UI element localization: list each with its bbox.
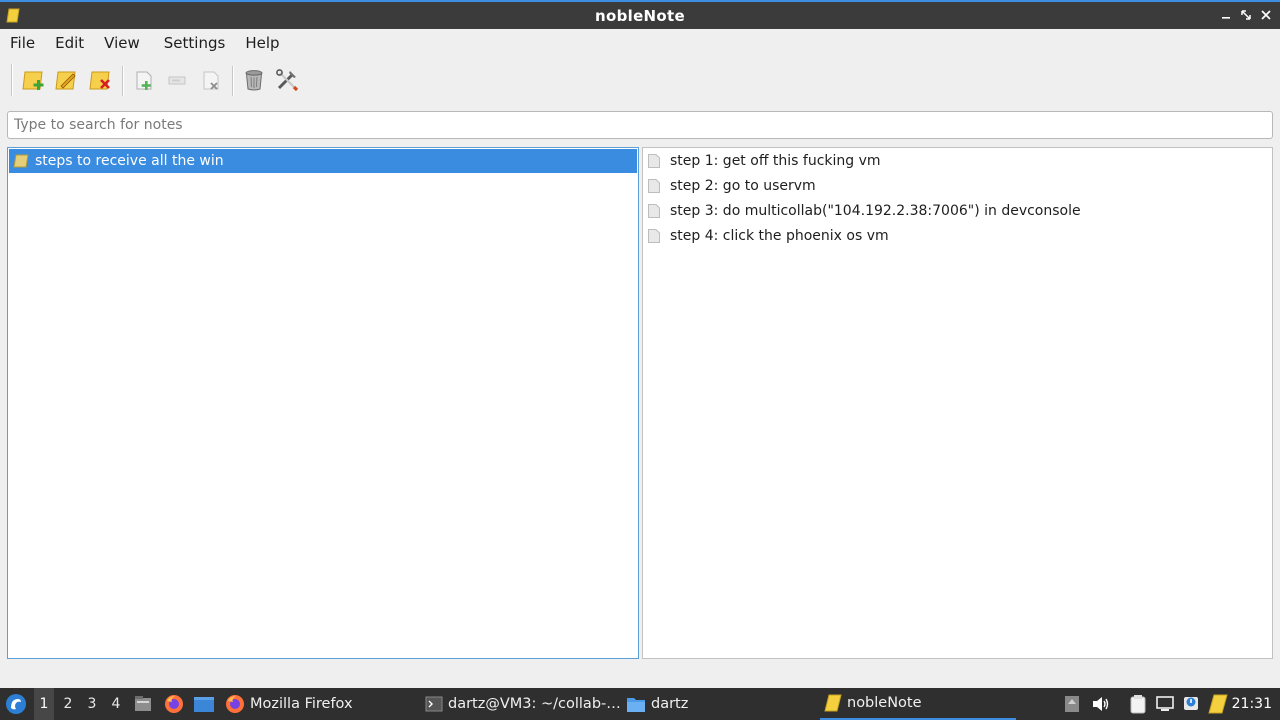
note-icon (648, 154, 660, 168)
menu-file[interactable]: File (3, 29, 42, 57)
window-titlebar: nobleNote (0, 0, 1280, 29)
folder-icon (13, 154, 29, 168)
notes-icon (824, 694, 842, 712)
new-folder-button[interactable] (20, 66, 48, 94)
taskbar: 1 2 3 4 Mozilla Firefox dartz@VM3: ~/col… (0, 688, 1280, 720)
workspace-3[interactable]: 3 (82, 688, 102, 720)
task-files[interactable]: dartz (626, 688, 688, 720)
new-folder-icon (22, 71, 44, 90)
task-noblenote[interactable]: nobleNote (820, 688, 1016, 720)
note-label: step 4: click the phoenix os vm (670, 228, 889, 244)
terminal-icon (425, 696, 443, 712)
workspace-4[interactable]: 4 (106, 688, 126, 720)
tray-update[interactable] (1064, 688, 1080, 720)
toolbar-handle[interactable] (11, 64, 13, 96)
tray-noblenote[interactable] (1208, 688, 1228, 720)
note-label: step 2: go to uservm (670, 178, 816, 194)
trash-icon (245, 70, 263, 91)
delete-note-icon (203, 71, 219, 90)
note-item[interactable]: step 2: go to uservm (647, 174, 816, 198)
delete-note-button[interactable] (197, 66, 225, 94)
menu-bar: File Edit View Settings Help (0, 29, 1280, 57)
notes-icon (1208, 694, 1228, 714)
clipboard-icon (1130, 695, 1146, 714)
desktop-icon (194, 697, 214, 712)
trash-button[interactable] (240, 66, 268, 94)
task-label: Mozilla Firefox (250, 696, 353, 712)
workspace-1[interactable]: 1 (34, 688, 54, 720)
task-firefox[interactable]: Mozilla Firefox (225, 688, 353, 720)
toolbar (0, 60, 1280, 102)
network-icon (1156, 696, 1174, 711)
file-manager-icon (135, 696, 151, 711)
toolbar-separator (232, 66, 234, 96)
tools-icon (276, 69, 299, 92)
tray-notification[interactable] (1181, 688, 1201, 720)
firefox-launcher[interactable] (164, 688, 184, 720)
menu-help[interactable]: Help (238, 29, 286, 57)
clock[interactable]: 21:31 (1232, 688, 1272, 720)
files-launcher[interactable] (133, 688, 153, 720)
note-item[interactable]: step 1: get off this fucking vm (647, 149, 881, 173)
menu-edit[interactable]: Edit (48, 29, 91, 57)
close-button[interactable] (1259, 8, 1273, 22)
rename-note-button[interactable] (163, 66, 191, 94)
new-note-button[interactable] (130, 66, 158, 94)
menu-settings[interactable]: Settings (157, 29, 233, 57)
folder-icon (627, 698, 645, 712)
minimize-button[interactable] (1219, 8, 1233, 22)
tray-network[interactable] (1155, 688, 1175, 720)
delete-folder-button[interactable] (87, 66, 115, 94)
note-label: step 1: get off this fucking vm (670, 153, 881, 169)
desktop-launcher[interactable] (193, 688, 215, 720)
workspace-2[interactable]: 2 (58, 688, 78, 720)
note-icon (648, 204, 660, 218)
note-icon (648, 179, 660, 193)
new-note-icon (136, 71, 152, 90)
tools-button[interactable] (273, 66, 301, 94)
note-item[interactable]: step 4: click the phoenix os vm (647, 224, 889, 248)
task-label: nobleNote (847, 695, 922, 711)
folder-list[interactable]: steps to receive all the win (7, 147, 639, 659)
delete-folder-icon (89, 71, 110, 90)
rename-note-icon (168, 76, 186, 85)
window-title: nobleNote (595, 7, 685, 25)
task-terminal[interactable]: dartz@VM3: ~/collab-… (425, 688, 621, 720)
task-label: dartz@VM3: ~/collab-… (448, 696, 621, 712)
task-label: dartz (651, 696, 689, 712)
maximize-button[interactable] (1239, 8, 1253, 22)
toolbar-separator (122, 66, 124, 96)
rename-folder-button[interactable] (53, 66, 81, 94)
tray-clipboard[interactable] (1128, 688, 1148, 720)
folder-label: steps to receive all the win (35, 153, 224, 169)
tray-volume[interactable] (1091, 688, 1111, 720)
distro-logo-icon (6, 694, 26, 714)
note-icon (648, 229, 660, 243)
firefox-icon (226, 695, 244, 713)
note-list[interactable]: step 1: get off this fucking vm step 2: … (642, 147, 1273, 659)
note-label: step 3: do multicollab("104.192.2.38:700… (670, 203, 1081, 219)
notification-icon (1184, 697, 1198, 710)
rename-folder-icon (55, 71, 76, 90)
start-menu-button[interactable] (5, 688, 27, 720)
search-input[interactable] (7, 111, 1273, 139)
package-icon (1065, 696, 1079, 712)
firefox-icon (165, 695, 183, 713)
folder-item[interactable]: steps to receive all the win (9, 149, 637, 173)
volume-icon (1093, 697, 1109, 711)
menu-view[interactable]: View (97, 29, 147, 57)
note-item[interactable]: step 3: do multicollab("104.192.2.38:700… (647, 199, 1081, 223)
